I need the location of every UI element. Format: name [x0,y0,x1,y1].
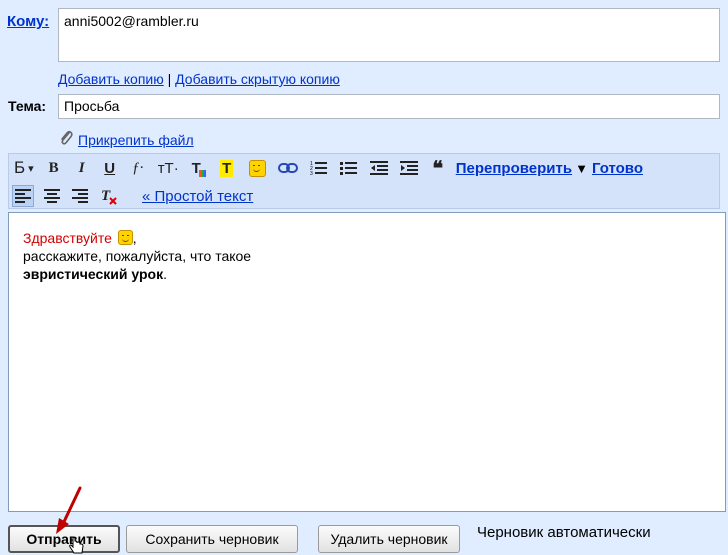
remove-formatting-icon: T [101,188,117,205]
color-palette-icon [198,169,206,177]
text-color-button[interactable]: T [189,157,209,179]
align-right-icon [72,189,88,203]
italic-icon: I [78,159,85,176]
align-left-icon [15,189,31,203]
align-center-icon [44,189,60,203]
quote-button[interactable]: ❝ [428,157,448,180]
outdent-button[interactable] [368,157,390,179]
save-draft-label: Сохранить черновик [145,531,279,547]
align-right-button[interactable] [70,185,90,207]
indent-button[interactable] [398,157,420,179]
attach-file-link[interactable]: Прикрепить файл [78,132,194,148]
subject-label: Тема: [8,98,47,114]
formatting-toolbar: Б ▾ B I U ƒ· тT· T T 1 2 3 ❝ Перепровери… [8,153,720,209]
insert-link-button[interactable] [276,157,300,179]
font-menu-label: Б [14,158,26,177]
hand-cursor-icon [69,537,84,554]
draft-autosave-note: Черновик автоматически [477,524,651,541]
font-family-button[interactable]: ƒ· [128,157,148,179]
toolbar-row-1: Б ▾ B I U ƒ· тT· T T 1 2 3 ❝ Перепровери… [12,155,643,181]
cc-separator: | [167,71,172,87]
delete-draft-button[interactable]: Удалить черновик [318,525,460,553]
toolbar-row-2: T « Простой текст [12,183,253,209]
paperclip-icon [58,129,74,150]
greeting-suffix: , [132,230,137,246]
to-field[interactable]: anni5002@rambler.ru [58,8,720,62]
font-size-icon: тT· [157,159,179,177]
outdent-icon [369,161,388,175]
bold-icon: B [48,159,59,176]
highlight-button[interactable]: T [217,157,237,179]
numbered-list-button[interactable]: 1 2 3 [308,157,330,179]
add-bcc-link[interactable]: Добавить скрытую копию [175,71,340,87]
bold-button[interactable]: B [44,157,64,179]
emoticon-icon [248,159,266,177]
to-label-link[interactable]: Кому: [7,13,49,30]
recheck-spelling-link[interactable]: Перепроверить [456,160,572,177]
cc-links: Добавить копию | Добавить скрытую копию [58,71,340,87]
emoticon-icon [117,230,133,245]
align-center-button[interactable] [42,185,62,207]
indent-icon [399,161,418,175]
body-line-1: Здравствуйте , [23,229,711,247]
quote-icon: ❝ [432,157,444,180]
plain-text-link[interactable]: « Простой текст [142,188,253,205]
delete-draft-label: Удалить черновик [330,531,448,547]
add-cc-link[interactable]: Добавить копию [58,71,164,87]
body-line-2: расскажите, пожалуйста, что такое [23,248,252,264]
save-draft-button[interactable]: Сохранить черновик [126,525,298,553]
insert-emoticon-button[interactable] [245,157,268,179]
highlight-icon: T [220,159,234,177]
body-line-3-suffix: . [163,266,167,282]
svg-text:3: 3 [310,171,313,176]
body-line-3: эвристический урок. [23,265,711,283]
numbered-list-icon: 1 2 3 [310,161,327,176]
done-link[interactable]: Готово [592,160,643,177]
chevron-down-icon: ▾ [28,162,34,175]
to-field-value: anni5002@rambler.ru [64,13,199,29]
body-bold-text: эвристический урок [23,266,164,282]
underline-icon: U [104,159,116,177]
italic-button[interactable]: I [72,157,92,179]
message-body-editor[interactable]: Здравствуйте , расскажите, пожалуйста, ч… [8,212,726,512]
remove-formatting-button[interactable]: T [98,185,120,207]
recheck-dropdown-icon[interactable]: ▼ [575,161,588,176]
font-family-icon: ƒ· [132,159,144,176]
attach-file[interactable]: Прикрепить файл [58,129,194,150]
greeting-text: Здравствуйте [23,230,112,246]
font-size-button[interactable]: тT· [156,157,181,179]
subject-value: Просьба [64,98,120,114]
font-menu-button[interactable]: Б ▾ [12,157,36,179]
bulleted-list-icon [339,162,357,175]
subject-input[interactable]: Просьба [58,94,720,119]
bulleted-list-button[interactable] [338,157,360,179]
svg-text:T: T [101,188,111,204]
link-icon [277,163,298,173]
align-left-button[interactable] [12,185,34,207]
underline-button[interactable]: U [100,157,120,179]
